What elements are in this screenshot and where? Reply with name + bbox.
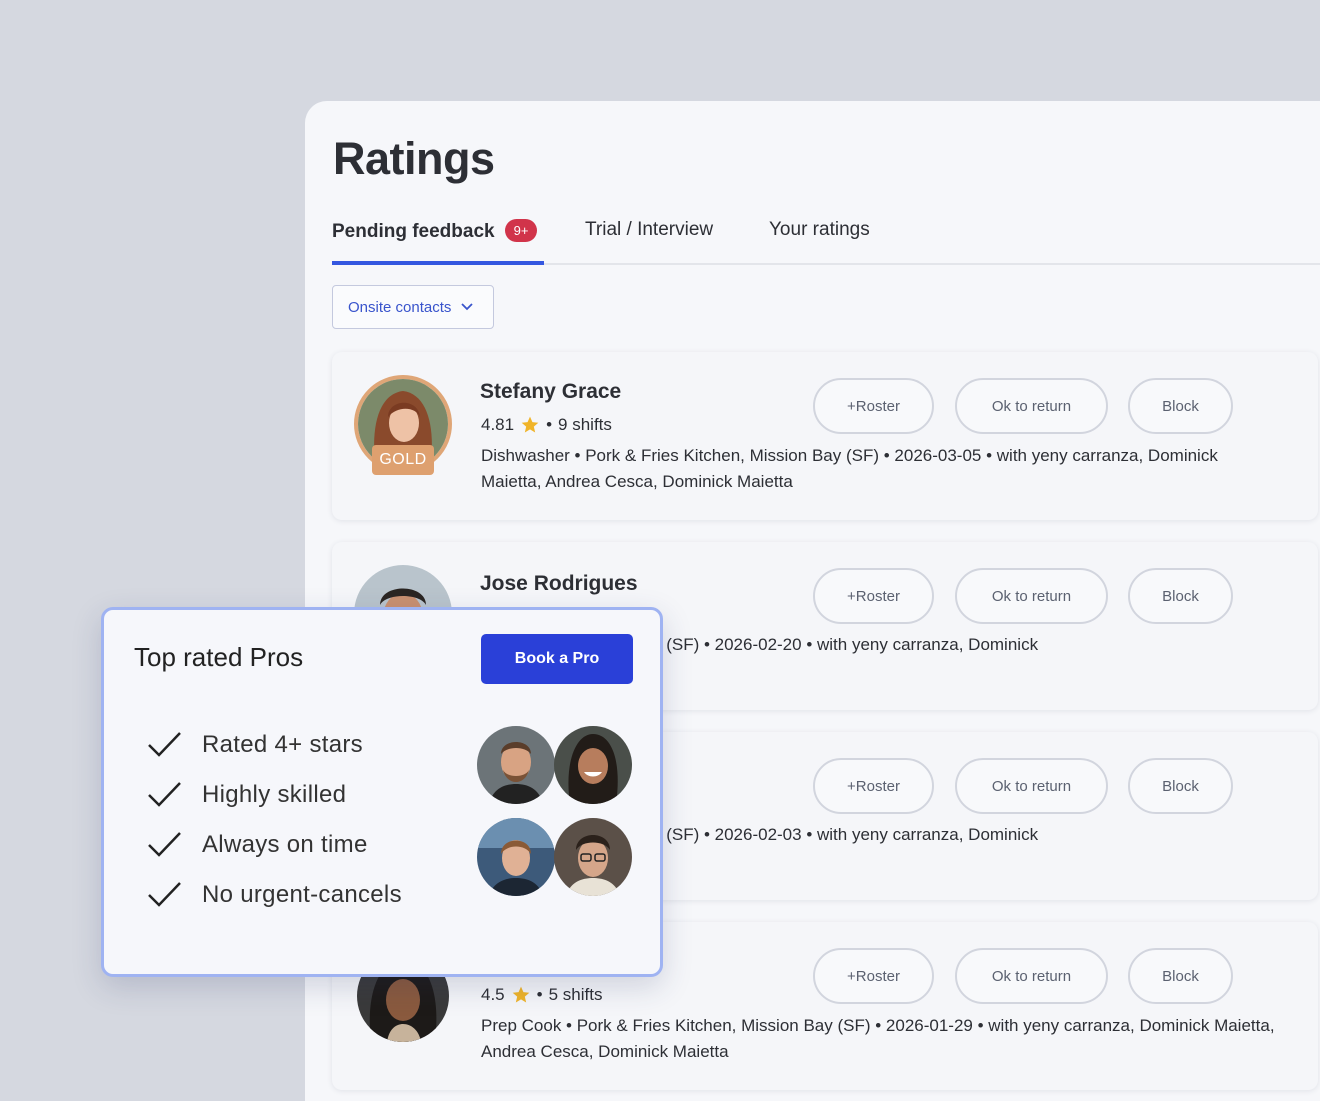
add-roster-button[interactable]: +Roster (813, 758, 934, 814)
rating-card: GOLD Stefany Grace 4.81 • 9 shifts Dishw… (332, 352, 1318, 520)
pending-count-badge: 9+ (504, 219, 538, 242)
add-roster-button[interactable]: +Roster (813, 378, 934, 434)
dropdown-label: Onsite contacts (348, 298, 452, 316)
block-button[interactable]: Block (1128, 948, 1233, 1004)
pro-avatar (554, 726, 632, 804)
block-button[interactable]: Block (1128, 758, 1233, 814)
checkmark-icon (148, 882, 181, 907)
pro-stats: 4.81 • 9 shifts (481, 415, 612, 435)
ok-to-return-button[interactable]: Ok to return (955, 948, 1108, 1004)
feature-item: Highly skilled (146, 770, 402, 820)
page-title: Ratings (333, 133, 495, 184)
tab-label: Pending feedback (332, 221, 495, 242)
ok-to-return-button[interactable]: Ok to return (955, 378, 1108, 434)
feature-list: Rated 4+ stars Highly skilled Always on … (146, 720, 402, 920)
shift-count: 9 shifts (558, 415, 612, 434)
add-roster-button[interactable]: +Roster (813, 948, 934, 1004)
tab-pending-feedback[interactable]: Pending feedback 9+ (332, 219, 544, 265)
add-roster-button[interactable]: +Roster (813, 568, 934, 624)
rating-value: 4.81 (481, 415, 515, 434)
block-button[interactable]: Block (1128, 568, 1233, 624)
rating-value: 4.5 (481, 985, 505, 1004)
feature-text: No urgent-cancels (202, 881, 402, 908)
checkmark-icon (148, 832, 181, 857)
feature-item: No urgent-cancels (146, 870, 402, 920)
feature-item: Rated 4+ stars (146, 720, 402, 770)
feature-text: Always on time (202, 831, 368, 858)
shift-count: 5 shifts (548, 985, 603, 1004)
tab-label: Trial / Interview (585, 219, 714, 240)
ok-to-return-button[interactable]: Ok to return (955, 758, 1108, 814)
ok-to-return-button[interactable]: Ok to return (955, 568, 1108, 624)
feature-text: Highly skilled (202, 781, 347, 808)
tab-label: Your ratings (769, 219, 870, 240)
pro-name[interactable]: Stefany Grace (480, 380, 621, 404)
promo-title: Top rated Pros (134, 642, 304, 672)
pro-avatar (477, 818, 555, 896)
separator-dot: • (536, 985, 543, 1004)
shift-details: Prep Cook • Pork & Fries Kitchen, Missio… (481, 1016, 1275, 1061)
block-button[interactable]: Block (1128, 378, 1233, 434)
checkmark-icon (148, 782, 181, 807)
tab-trial-interview[interactable]: Trial / Interview (585, 219, 713, 265)
top-rated-pros-card: Top rated Pros Book a Pro Rated 4+ stars… (101, 607, 663, 977)
feature-text: Rated 4+ stars (202, 731, 363, 758)
shift-details: Dishwasher • Pork & Fries Kitchen, Missi… (481, 446, 1218, 491)
feature-item: Always on time (146, 820, 402, 870)
pro-name[interactable]: Jose Rodrigues (480, 572, 638, 596)
book-a-pro-button[interactable]: Book a Pro (481, 634, 633, 684)
tab-your-ratings[interactable]: Your ratings (769, 219, 870, 265)
star-icon (521, 416, 539, 433)
gold-tier-badge: GOLD (372, 445, 434, 475)
star-icon (512, 986, 529, 1003)
pro-avatar (554, 818, 632, 896)
tab-bar: Pending feedback 9+ Trial / Interview You… (332, 219, 1320, 265)
onsite-contacts-dropdown[interactable]: Onsite contacts (332, 285, 494, 329)
chevron-down-icon (461, 303, 474, 311)
pro-avatar (477, 726, 555, 804)
separator-dot: • (546, 415, 553, 434)
active-tab-indicator (332, 261, 544, 265)
checkmark-icon (148, 732, 181, 757)
pro-stats: 4.5 • 5 shifts (481, 985, 602, 1005)
